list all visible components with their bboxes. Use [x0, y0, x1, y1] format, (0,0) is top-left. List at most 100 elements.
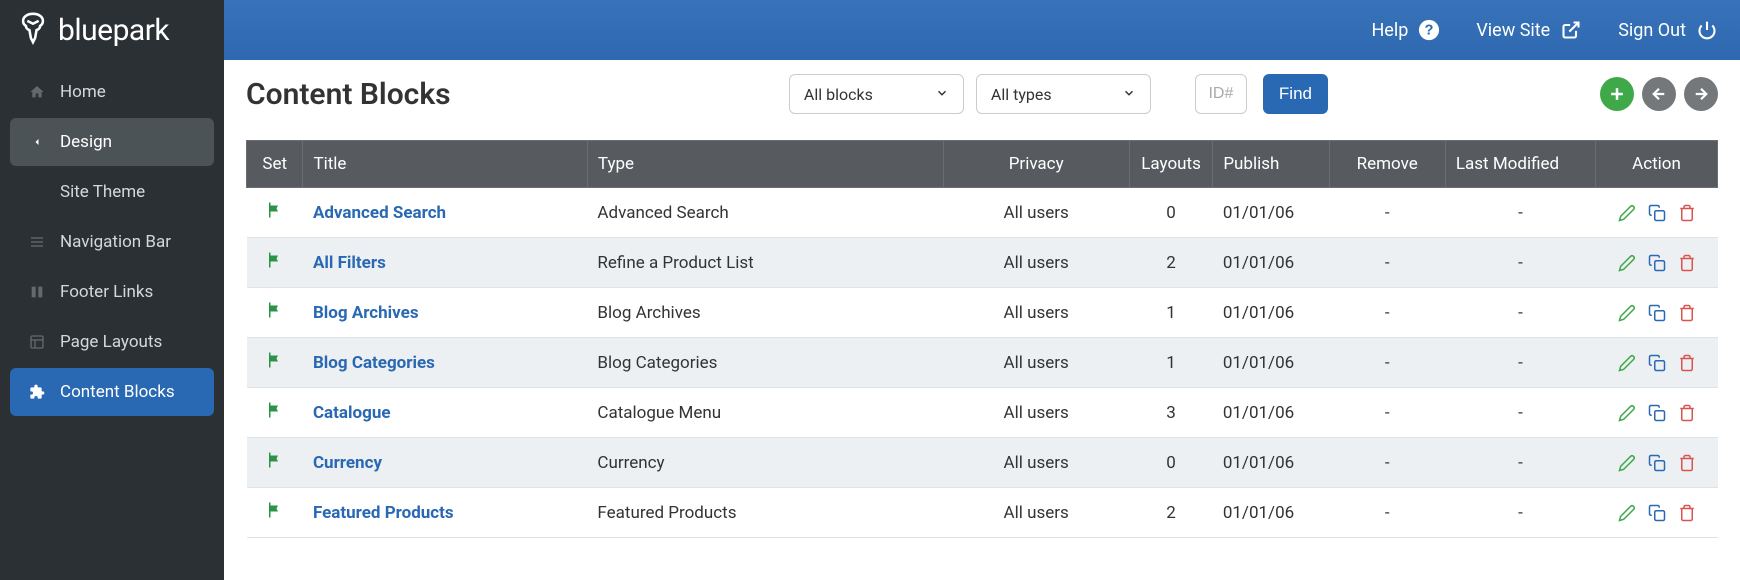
row-title-link[interactable]: All Filters — [313, 253, 386, 273]
copy-icon[interactable] — [1648, 204, 1666, 222]
edit-icon[interactable] — [1618, 254, 1636, 272]
help-link[interactable]: Help ? — [1371, 19, 1440, 41]
copy-icon[interactable] — [1648, 454, 1666, 472]
row-modified: - — [1445, 188, 1595, 238]
nav-list: Home Design Site Theme Navigation Bar Footer… — [0, 60, 224, 416]
topbar: Help ? View Site Sign Out — [224, 0, 1740, 60]
row-title-link[interactable]: Blog Archives — [313, 303, 419, 323]
copy-icon[interactable] — [1648, 254, 1666, 272]
table-row: CatalogueCatalogue MenuAll users301/01/0… — [247, 388, 1718, 438]
svg-text:?: ? — [1425, 23, 1434, 39]
row-remove: - — [1329, 488, 1445, 538]
row-title-link[interactable]: Catalogue — [313, 403, 391, 423]
table-row: CurrencyCurrencyAll users001/01/06-- — [247, 438, 1718, 488]
flag-cell[interactable] — [247, 188, 303, 238]
copy-icon[interactable] — [1648, 504, 1666, 522]
page-title: Content Blocks — [246, 77, 451, 112]
list-icon — [28, 233, 46, 251]
row-modified: - — [1445, 388, 1595, 438]
sidebar-item-label: Content Blocks — [60, 382, 175, 402]
sidebar-item-label: Navigation Bar — [60, 232, 171, 252]
row-type: Currency — [587, 438, 943, 488]
flag-cell[interactable] — [247, 388, 303, 438]
th-type[interactable]: Type — [587, 141, 943, 188]
flag-cell[interactable] — [247, 438, 303, 488]
row-publish: 01/01/06 — [1213, 338, 1329, 388]
row-layouts: 2 — [1129, 488, 1213, 538]
flag-cell[interactable] — [247, 238, 303, 288]
th-publish[interactable]: Publish — [1213, 141, 1329, 188]
edit-icon[interactable] — [1618, 454, 1636, 472]
row-title-link[interactable]: Advanced Search — [313, 203, 446, 223]
content-table: Set Title Type Privacy Layouts Publish R… — [246, 140, 1718, 538]
delete-icon[interactable] — [1678, 404, 1696, 422]
help-label: Help — [1371, 20, 1408, 41]
sidebar-item-content-blocks[interactable]: Content Blocks — [10, 368, 214, 416]
edit-icon[interactable] — [1618, 504, 1636, 522]
row-modified: - — [1445, 288, 1595, 338]
chevron-down-icon — [1122, 85, 1136, 104]
sidebar-item-design[interactable]: Design — [10, 118, 214, 166]
flag-cell[interactable] — [247, 338, 303, 388]
row-modified: - — [1445, 438, 1595, 488]
delete-icon[interactable] — [1678, 504, 1696, 522]
sidebar-item-label: Page Layouts — [60, 332, 162, 352]
edit-icon[interactable] — [1618, 404, 1636, 422]
row-privacy: All users — [943, 338, 1129, 388]
layout-icon — [28, 333, 46, 351]
flag-cell[interactable] — [247, 288, 303, 338]
brand-logo[interactable]: bluepark — [0, 0, 224, 60]
th-modified[interactable]: Last Modified — [1445, 141, 1595, 188]
row-privacy: All users — [943, 488, 1129, 538]
sidebar-item-home[interactable]: Home — [10, 68, 214, 116]
sign-out-link[interactable]: Sign Out — [1618, 19, 1718, 41]
row-title-link[interactable]: Blog Categories — [313, 353, 435, 373]
external-link-icon — [1560, 19, 1582, 41]
sidebar-item-site-theme[interactable]: Site Theme — [10, 168, 214, 216]
sidebar-item-label: Design — [60, 132, 112, 152]
th-layouts[interactable]: Layouts — [1129, 141, 1213, 188]
next-button[interactable] — [1684, 77, 1718, 111]
sidebar-item-label: Site Theme — [60, 182, 145, 202]
edit-icon[interactable] — [1618, 204, 1636, 222]
blank-icon — [28, 183, 46, 201]
flag-cell[interactable] — [247, 488, 303, 538]
th-action[interactable]: Action — [1596, 141, 1718, 188]
add-button[interactable] — [1600, 77, 1634, 111]
th-privacy[interactable]: Privacy — [943, 141, 1129, 188]
sidebar-item-footer-links[interactable]: Footer Links — [10, 268, 214, 316]
row-layouts: 0 — [1129, 438, 1213, 488]
id-input[interactable] — [1195, 74, 1247, 114]
view-site-link[interactable]: View Site — [1476, 19, 1582, 41]
prev-button[interactable] — [1642, 77, 1676, 111]
th-title[interactable]: Title — [303, 141, 587, 188]
type-select-value: All types — [991, 85, 1052, 104]
row-title-link[interactable]: Currency — [313, 453, 382, 473]
type-select[interactable]: All types — [976, 74, 1151, 114]
delete-icon[interactable] — [1678, 204, 1696, 222]
sidebar-item-page-layouts[interactable]: Page Layouts — [10, 318, 214, 366]
copy-icon[interactable] — [1648, 404, 1666, 422]
row-modified: - — [1445, 238, 1595, 288]
th-remove[interactable]: Remove — [1329, 141, 1445, 188]
row-title-link[interactable]: Featured Products — [313, 503, 454, 523]
row-type: Catalogue Menu — [587, 388, 943, 438]
delete-icon[interactable] — [1678, 354, 1696, 372]
brand-icon — [16, 11, 50, 49]
toolbar: Content Blocks All blocks All types Find — [224, 60, 1740, 140]
row-type: Blog Categories — [587, 338, 943, 388]
sidebar-item-navigation-bar[interactable]: Navigation Bar — [10, 218, 214, 266]
copy-icon[interactable] — [1648, 304, 1666, 322]
find-button[interactable]: Find — [1263, 74, 1328, 114]
copy-icon[interactable] — [1648, 354, 1666, 372]
edit-icon[interactable] — [1618, 354, 1636, 372]
delete-icon[interactable] — [1678, 254, 1696, 272]
delete-icon[interactable] — [1678, 304, 1696, 322]
edit-icon[interactable] — [1618, 304, 1636, 322]
sidebar-item-label: Home — [60, 82, 106, 102]
delete-icon[interactable] — [1678, 454, 1696, 472]
sign-out-label: Sign Out — [1618, 20, 1686, 41]
filter-select[interactable]: All blocks — [789, 74, 964, 114]
th-set[interactable]: Set — [247, 141, 303, 188]
main-area: Help ? View Site Sign Out Content Blocks — [224, 0, 1740, 580]
